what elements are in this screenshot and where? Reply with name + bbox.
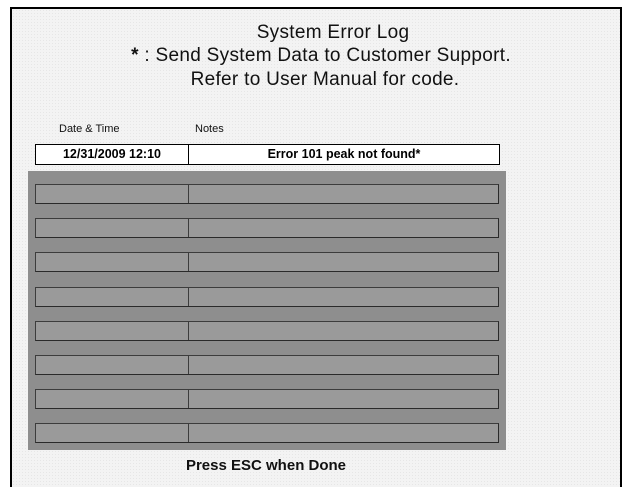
empty-notes-cell <box>189 288 498 306</box>
empty-log-row[interactable] <box>35 218 499 238</box>
empty-date-cell <box>36 185 189 203</box>
empty-notes-cell <box>189 390 498 408</box>
empty-notes-cell <box>189 185 498 203</box>
footer-instruction: Press ESC when Done <box>185 457 347 474</box>
column-header-notes: Notes <box>195 123 224 135</box>
empty-notes-cell <box>189 322 498 340</box>
empty-notes-cell <box>189 219 498 237</box>
log-entry-row[interactable]: 12/31/2009 12:10 Error 101 peak not foun… <box>35 144 500 165</box>
empty-date-cell <box>36 322 189 340</box>
empty-log-row[interactable] <box>35 287 499 307</box>
empty-date-cell <box>36 288 189 306</box>
empty-date-cell <box>36 424 189 442</box>
empty-log-row[interactable] <box>35 423 499 443</box>
empty-date-cell <box>36 390 189 408</box>
empty-notes-cell <box>189 424 498 442</box>
log-entry-date-time: 12/31/2009 12:10 <box>36 145 189 164</box>
empty-log-panel <box>28 171 506 450</box>
empty-log-row[interactable] <box>35 389 499 409</box>
empty-date-cell <box>36 253 189 271</box>
empty-date-cell <box>36 356 189 374</box>
log-entry-notes: Error 101 peak not found* <box>267 147 421 161</box>
page-title: System Error Log <box>256 22 410 43</box>
asterisk-marker: * <box>131 45 139 66</box>
empty-date-cell <box>36 219 189 237</box>
empty-log-row[interactable] <box>35 252 499 272</box>
empty-log-row[interactable] <box>35 184 499 204</box>
empty-notes-cell <box>189 253 498 271</box>
error-log-window: System Error Log * : Send System Data to… <box>10 7 622 487</box>
column-header-date-time: Date & Time <box>59 123 120 135</box>
empty-notes-cell <box>189 356 498 374</box>
empty-log-row[interactable] <box>35 321 499 341</box>
send-data-text: : Send System Data to Customer Support. <box>144 45 511 66</box>
send-data-note: * : Send System Data to Customer Support… <box>17 45 625 67</box>
empty-log-row[interactable] <box>35 355 499 375</box>
refer-manual-note: Refer to User Manual for code. <box>190 69 460 90</box>
